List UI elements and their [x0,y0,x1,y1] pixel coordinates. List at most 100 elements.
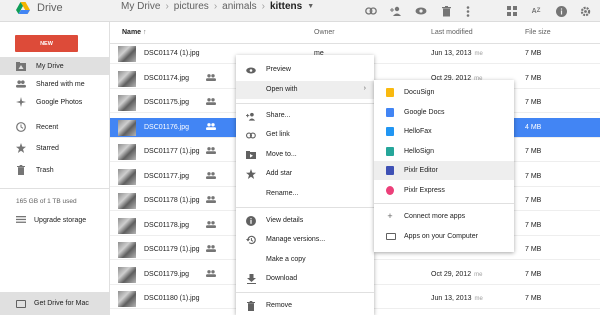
add-person-icon[interactable] [389,4,403,18]
brand-label[interactable]: Drive [37,2,63,14]
image-thumbnail [118,119,136,136]
menu-item-share[interactable]: Share... [236,107,374,125]
menu-item-view-details[interactable]: View details [236,212,374,230]
app-hellosign[interactable]: HelloSign [374,142,514,161]
toolbar-actions [364,0,378,22]
menu-item-label: Open with [266,86,298,93]
modified-by: me [474,271,483,278]
app-label: Google Docs [404,109,445,116]
app-docusign[interactable]: DocuSign [374,83,514,102]
sidebar-item-recent[interactable]: Recent [0,118,110,136]
menu-item-get-link[interactable]: Get link [236,126,374,144]
menu-item-download[interactable]: Download [236,270,374,288]
sidebar-item-starred[interactable]: Starred [0,139,110,157]
grid-view-icon[interactable] [505,4,519,18]
menu-item-label: Download [266,275,298,282]
image-thumbnail [118,266,136,283]
image-thumbnail [118,168,136,185]
file-size: 4 MB [525,123,542,131]
app-hellofax[interactable]: HelloFax [374,122,514,141]
sidebar-item-label: My Drive [36,62,64,70]
more-vert-icon[interactable] [461,4,475,18]
trash-icon[interactable] [439,4,453,18]
menu-item-manage-versions[interactable]: Manage versions... [236,231,374,249]
pixlr-express-icon [386,186,394,195]
chevron-right-icon: › [363,85,366,92]
file-modified: Oct 29, 2012me [431,271,482,278]
apps-on-computer[interactable]: Apps on your Computer [374,227,514,246]
file-size: 7 MB [525,99,542,106]
get-drive-for-mac-button[interactable]: Get Drive for Mac [0,292,110,315]
storage-bars-icon [16,216,26,225]
photos-icon [16,97,26,107]
column-header-name[interactable]: Name ↑ [122,29,147,36]
app-pixlr-express[interactable]: Pixlr Express [374,181,514,200]
add-person-icon [246,111,256,121]
menu-item-label: Make a copy [266,256,306,263]
menu-divider [236,207,374,208]
app-pixlr-editor[interactable]: Pixlr Editor [374,161,514,180]
sidebar-item-label: Google Photos [36,98,83,106]
file-name: DSC01176.jpg [144,123,190,131]
breadcrumb-my-drive[interactable]: My Drive [121,1,160,12]
app-google-docs[interactable]: Google Docs [374,103,514,122]
info-icon[interactable] [554,4,568,18]
sidebar-divider [0,188,110,189]
toolbar-preview-group [414,0,428,22]
breadcrumb-kittens[interactable]: kittens [270,1,302,12]
image-thumbnail [118,193,136,209]
image-thumbnail [118,217,136,234]
breadcrumb-pictures[interactable]: pictures [174,1,209,12]
file-size: 7 MB [525,246,542,253]
sidebar-item-shared[interactable]: Shared with me [0,75,110,93]
column-header-modified[interactable]: Last modified [431,29,473,36]
menu-divider [236,292,374,293]
top-bar: Drive My Drive › pictures › animals › ki… [0,0,600,22]
computer-icon [16,299,26,308]
upgrade-storage-link[interactable]: Upgrade storage [16,216,86,225]
menu-item-label: Share... [266,112,291,119]
image-thumbnail [118,144,136,160]
sidebar-item-photos[interactable]: Google Photos [0,93,110,111]
menu-item-label: View details [266,217,304,224]
menu-item-rename[interactable]: Rename... [236,185,374,203]
breadcrumb-animals[interactable]: animals [222,1,256,12]
menu-item-label: Get link [266,131,290,138]
breadcrumb-separator-icon: › [165,1,169,12]
column-header-owner[interactable]: Owner [314,29,335,36]
new-button[interactable]: NEW [15,35,78,52]
menu-item-label: Remove [266,302,293,309]
menu-divider [236,103,374,104]
column-header-size[interactable]: File size [525,29,551,36]
toolbar-sort-group: AZ [529,0,543,22]
modified-date: Oct 29, 2012 [431,270,472,278]
preview-eye-icon[interactable] [414,4,428,18]
link-icon [246,130,256,140]
menu-item-move-to[interactable]: Move to... [236,146,374,164]
image-thumbnail [118,46,136,62]
toolbar-settings-group [578,0,592,22]
eye-icon [246,65,256,75]
menu-item-open-with[interactable]: Open with › [236,81,374,99]
link-icon[interactable] [364,4,378,18]
shared-icon [16,79,26,89]
app-label: Connect more apps [404,213,466,220]
sort-az-icon[interactable]: AZ [529,4,543,18]
download-icon [246,274,256,284]
menu-item-add-star[interactable]: Add star [236,165,374,183]
chevron-down-icon[interactable]: ▼ [307,3,314,10]
menu-item-preview[interactable]: Preview [236,61,374,79]
breadcrumb: My Drive › pictures › animals › kittens … [121,1,314,12]
sidebar-item-trash[interactable]: Trash [0,161,110,179]
file-name: DSC01180 (1).jpg [144,295,200,302]
menu-item-remove[interactable]: Remove [236,297,374,315]
sidebar-item-label: Shared with me [36,80,85,88]
connect-more-apps[interactable]: + Connect more apps [374,207,514,226]
file-size: 7 MB [525,197,542,204]
image-thumbnail [118,291,136,307]
menu-item-make-copy[interactable]: Make a copy [236,251,374,269]
toolbar-info-group [554,0,568,22]
file-size: 7 MB [525,221,542,229]
settings-icon[interactable] [578,4,592,18]
sidebar-item-my-drive[interactable]: My Drive [0,57,110,75]
